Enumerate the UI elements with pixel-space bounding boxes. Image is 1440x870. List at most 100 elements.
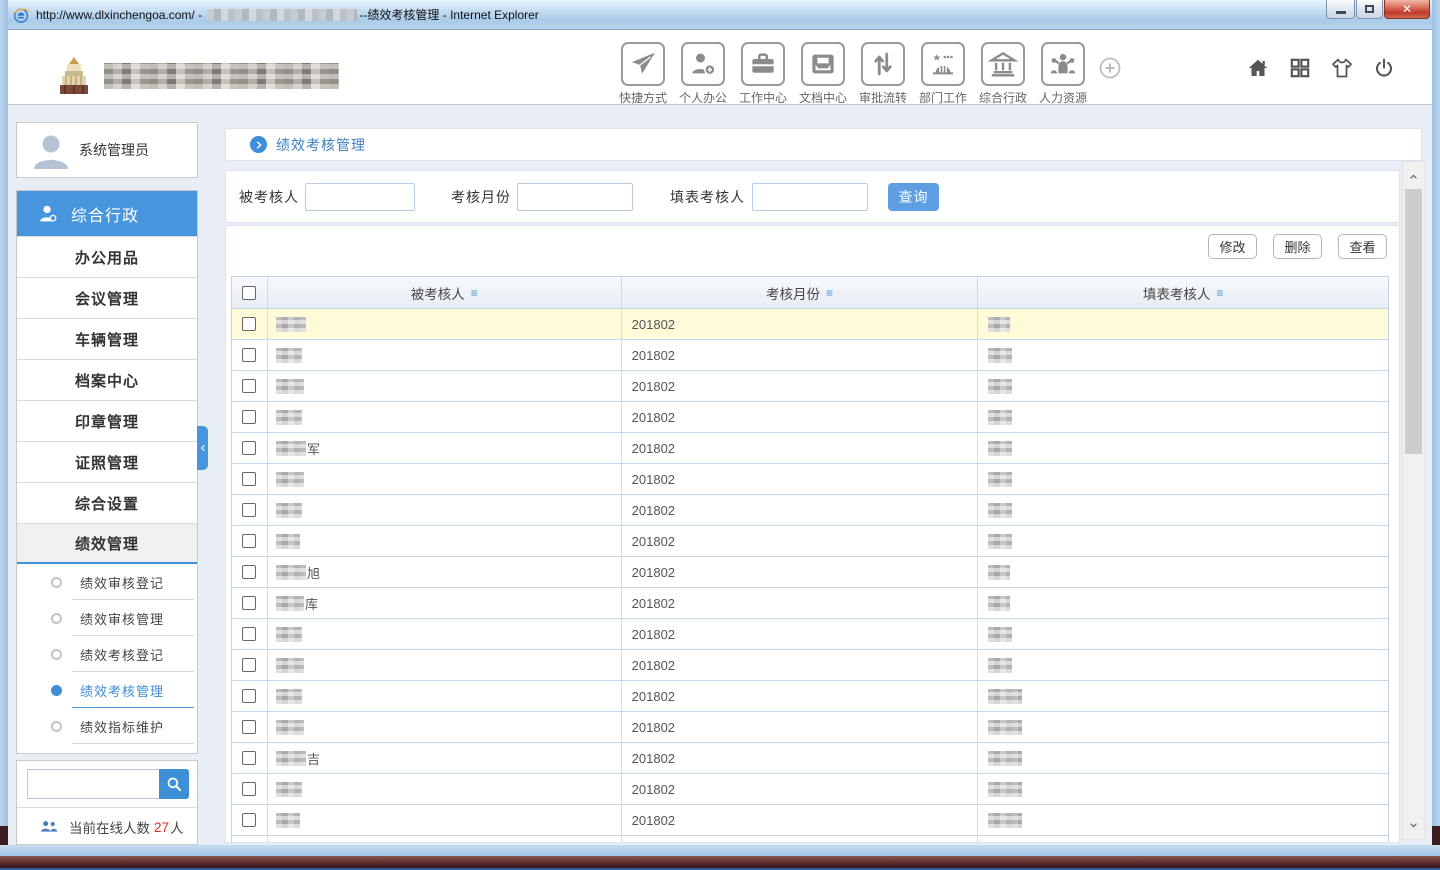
row-checkbox[interactable] xyxy=(242,534,256,548)
sidebar-subitem-perf-assess-mgmt[interactable]: 绩效考核管理 xyxy=(17,672,197,708)
scroll-up-button[interactable] xyxy=(1403,164,1424,188)
grid-icon[interactable] xyxy=(1288,56,1312,80)
row-checkbox[interactable] xyxy=(242,317,256,331)
row-checkbox[interactable] xyxy=(242,441,256,455)
assessor-cell xyxy=(978,774,1388,804)
maximize-button[interactable] xyxy=(1356,0,1383,19)
app-nav-general-admin[interactable]: 综合行政 xyxy=(973,42,1033,106)
sidebar-item-meeting-mgmt[interactable]: 会议管理 xyxy=(17,277,197,318)
table-row[interactable]: 201802 xyxy=(232,402,1388,433)
table-row[interactable]: 201802 xyxy=(232,650,1388,681)
home-icon[interactable] xyxy=(1246,56,1270,80)
row-checkbox[interactable] xyxy=(242,472,256,486)
row-checkbox[interactable] xyxy=(242,503,256,517)
select-all-checkbox[interactable] xyxy=(242,286,256,300)
sidebar-item-license-mgmt[interactable]: 证照管理 xyxy=(17,441,197,482)
sidebar-subitem-perf-indicator-maint[interactable]: 绩效指标维护 xyxy=(17,708,197,744)
window-titlebar[interactable]: http://www.dlxinchengoa.com/ - --绩效考核管理 … xyxy=(0,0,1440,30)
row-checkbox[interactable] xyxy=(242,627,256,641)
row-checkbox-cell xyxy=(232,588,268,618)
row-checkbox-cell xyxy=(232,774,268,804)
app-nav-approval-flow[interactable]: 审批流转 xyxy=(853,42,913,106)
add-circle-icon[interactable] xyxy=(1098,56,1122,80)
app-nav-work-center[interactable]: 工作中心 xyxy=(733,42,793,106)
row-checkbox[interactable] xyxy=(242,720,256,734)
online-label: 当前在线人数 xyxy=(69,817,150,837)
row-checkbox[interactable] xyxy=(242,596,256,610)
app-nav-shortcut[interactable]: 快捷方式 xyxy=(613,42,673,106)
column-header-month[interactable]: 考核月份≡ xyxy=(622,277,979,308)
search-icon xyxy=(165,775,183,793)
table-row[interactable]: 库 201802 xyxy=(232,588,1388,619)
sidebar-item-general-settings[interactable]: 综合设置 xyxy=(17,482,197,523)
row-checkbox[interactable] xyxy=(242,751,256,765)
row-checkbox[interactable] xyxy=(242,689,256,703)
table-row[interactable] xyxy=(232,836,1388,843)
table-row[interactable]: 201802 xyxy=(232,464,1388,495)
close-button[interactable]: ✕ xyxy=(1384,0,1430,19)
row-checkbox[interactable] xyxy=(242,348,256,362)
month-cell: 201802 xyxy=(622,619,979,649)
form-assessor-input[interactable] xyxy=(752,183,868,211)
table-row[interactable]: 201802 xyxy=(232,774,1388,805)
building-logo-icon xyxy=(54,56,94,96)
redacted-name xyxy=(276,534,300,549)
sidebar-item-archive-center[interactable]: 档案中心 xyxy=(17,359,197,400)
assessee-cell xyxy=(268,712,622,742)
app-nav-human-resources[interactable]: 人力资源 xyxy=(1033,42,1093,106)
table-row[interactable]: 旭 201802 xyxy=(232,557,1388,588)
power-icon[interactable] xyxy=(1372,56,1396,80)
view-button[interactable]: 查看 xyxy=(1338,234,1387,259)
sidebar-subitem-perf-assess-register[interactable]: 绩效考核登记 xyxy=(17,636,197,672)
table-row[interactable]: 军 201802 xyxy=(232,433,1388,464)
column-menu-icon[interactable]: ≡ xyxy=(826,286,833,300)
column-header-assessee[interactable]: 被考核人≡ xyxy=(268,277,622,308)
assess-month-input[interactable] xyxy=(517,183,633,211)
table-row[interactable]: 201802 xyxy=(232,805,1388,836)
sidebar-item-performance-mgmt[interactable]: 绩效管理 xyxy=(17,523,197,564)
redacted-name xyxy=(988,472,1012,487)
assessor-cell xyxy=(978,340,1388,370)
app-nav-personal-office[interactable]: 个人办公 xyxy=(673,42,733,106)
sidebar-item-vehicle-mgmt[interactable]: 车辆管理 xyxy=(17,318,197,359)
theme-shirt-icon[interactable] xyxy=(1330,56,1354,80)
row-checkbox[interactable] xyxy=(242,782,256,796)
sidebar-section-general-admin[interactable]: 综合行政 xyxy=(17,191,197,236)
query-button[interactable]: 查询 xyxy=(888,183,939,211)
table-row[interactable]: 201802 xyxy=(232,495,1388,526)
table-row[interactable]: 201802 xyxy=(232,371,1388,402)
sidebar-search-input[interactable] xyxy=(27,769,159,799)
redacted-name xyxy=(276,348,302,363)
sidebar-item-office-supplies[interactable]: 办公用品 xyxy=(17,236,197,277)
scrollbar-thumb[interactable] xyxy=(1405,189,1422,454)
row-checkbox[interactable] xyxy=(242,379,256,393)
table-row[interactable]: 201802 xyxy=(232,526,1388,557)
sidebar-item-seal-mgmt[interactable]: 印章管理 xyxy=(17,400,197,441)
column-menu-icon[interactable]: ≡ xyxy=(1216,286,1223,300)
sidebar-subitem-perf-review-register[interactable]: 绩效审核登记 xyxy=(17,564,197,600)
sidebar-search-button[interactable] xyxy=(159,769,189,799)
vertical-scrollbar[interactable] xyxy=(1402,161,1425,840)
modify-button[interactable]: 修改 xyxy=(1208,234,1257,259)
row-checkbox[interactable] xyxy=(242,410,256,424)
column-menu-icon[interactable]: ≡ xyxy=(471,286,478,300)
table-row[interactable]: 201802 xyxy=(232,340,1388,371)
app-nav-department-work[interactable]: 部门工作 xyxy=(913,42,973,106)
table-row[interactable]: 201802 xyxy=(232,619,1388,650)
scroll-down-button[interactable] xyxy=(1403,813,1424,837)
table-row[interactable]: 吉 201802 xyxy=(232,743,1388,774)
delete-button[interactable]: 删除 xyxy=(1273,234,1322,259)
app-nav-document-center[interactable]: 文档中心 xyxy=(793,42,853,106)
sidebar-subitem-perf-review-mgmt[interactable]: 绩效审核管理 xyxy=(17,600,197,636)
sidebar-collapse-handle[interactable] xyxy=(197,426,208,470)
action-buttons: 修改 删除 查看 xyxy=(1208,234,1387,259)
row-checkbox[interactable] xyxy=(242,658,256,672)
minimize-button[interactable] xyxy=(1326,0,1355,19)
table-row[interactable]: 201802 xyxy=(232,309,1388,340)
assessee-input[interactable] xyxy=(305,183,415,211)
column-header-assessor[interactable]: 填表考核人≡ xyxy=(978,277,1388,308)
table-row[interactable]: 201802 xyxy=(232,712,1388,743)
row-checkbox[interactable] xyxy=(242,813,256,827)
row-checkbox[interactable] xyxy=(242,565,256,579)
table-row[interactable]: 201802 xyxy=(232,681,1388,712)
